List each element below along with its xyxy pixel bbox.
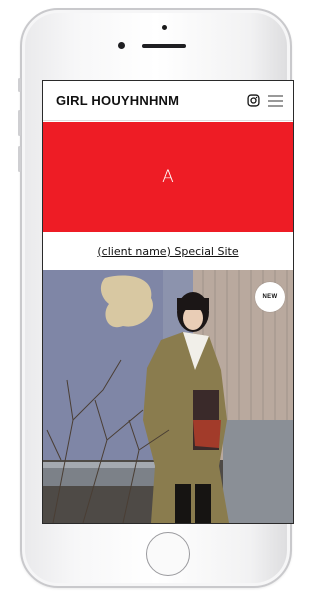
instagram-icon[interactable] <box>247 94 260 107</box>
volume-down-button <box>18 146 21 172</box>
hero-banner[interactable]: A <box>43 122 293 232</box>
home-button[interactable] <box>146 532 190 576</box>
new-badge: NEW <box>255 282 285 312</box>
site-header: GIRL HOUYHNHNM <box>43 81 293 121</box>
hamburger-menu-icon[interactable] <box>268 95 283 107</box>
special-site-link-label: (client name) Special Site <box>97 244 239 258</box>
header-icons <box>247 94 283 107</box>
feature-photo-image <box>43 270 293 523</box>
proximity-sensor <box>162 25 167 30</box>
front-camera <box>118 42 125 49</box>
banner-text: A <box>162 167 174 187</box>
mute-switch <box>18 78 21 92</box>
volume-up-button <box>18 110 21 136</box>
feature-photo[interactable]: NEW <box>43 270 293 523</box>
special-site-link[interactable]: (client name) Special Site <box>43 232 293 271</box>
site-logo[interactable]: GIRL HOUYHNHNM <box>56 93 179 108</box>
phone-screen: GIRL HOUYHNHNM A (client name) Special S… <box>42 80 294 524</box>
earpiece-speaker <box>142 44 186 48</box>
